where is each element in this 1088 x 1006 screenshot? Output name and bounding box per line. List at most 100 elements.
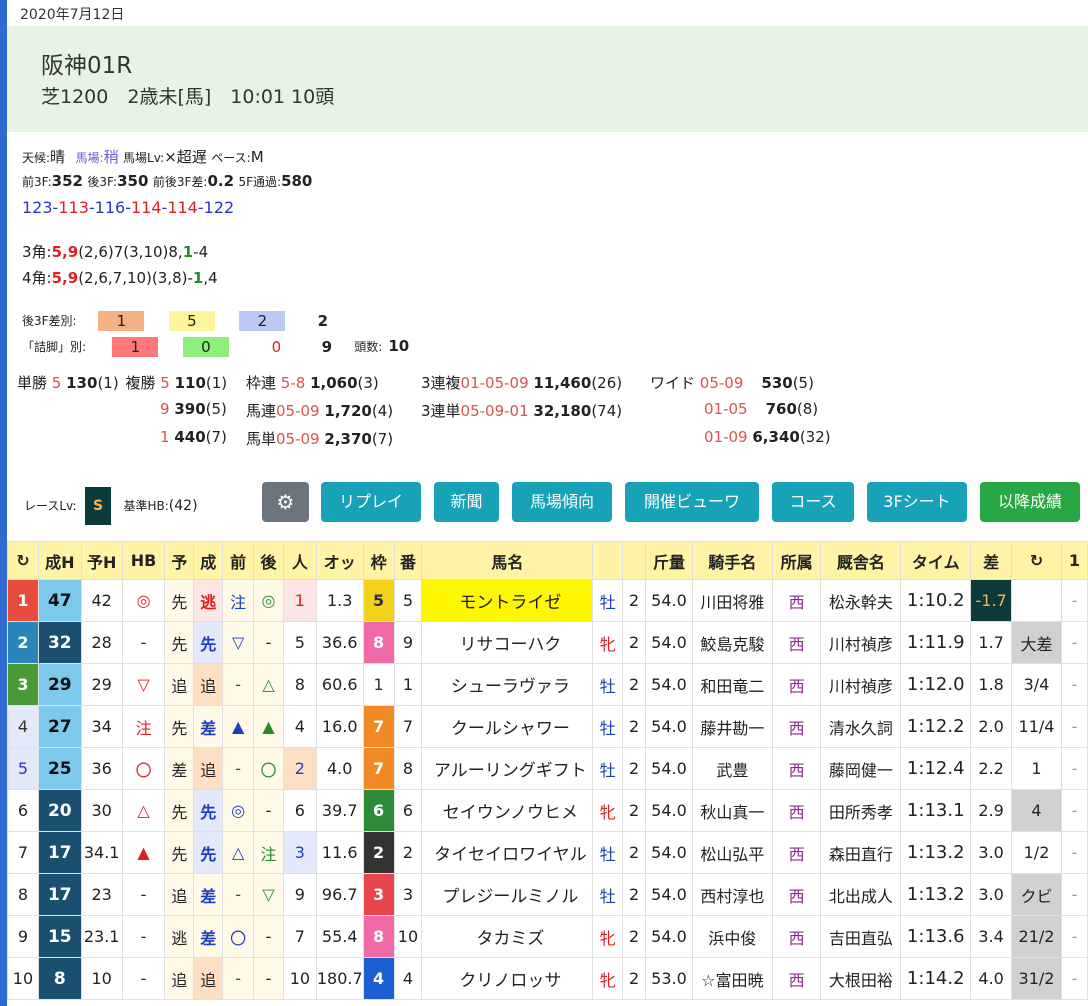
cell-yoH: 42: [80, 579, 123, 622]
column-header[interactable]: 番: [393, 541, 423, 580]
corner-4: 4角:5,9(2,6,7,10)(3,8)-1,4: [22, 267, 218, 288]
fukusho-val-1: 110: [174, 374, 206, 392]
column-header[interactable]: ↻: [1011, 541, 1062, 580]
cell-margin: 4: [1011, 789, 1062, 832]
cell-yoH: 23.1: [80, 915, 123, 958]
table-row[interactable]: 5 25 36 〇差追 - 〇 2 4.0 7 8 アルーリングギフト牡 2 54.0 武豊西藤岡健一 1:…: [7, 747, 1088, 790]
cell-ban: 6: [393, 789, 423, 832]
cell-diff: 2.9: [970, 789, 1013, 832]
cell-kin: 54.0: [645, 873, 693, 916]
column-header[interactable]: 枠: [362, 541, 395, 580]
cell-time: 1:13.2: [900, 831, 972, 874]
cell-hb: ▲: [121, 831, 166, 874]
column-header[interactable]: 後: [253, 541, 284, 580]
meet-viewer-button[interactable]: 開催ビューワ: [625, 482, 759, 522]
cell-extra: -: [1060, 621, 1088, 664]
cell-sei: 差: [193, 705, 224, 748]
column-header[interactable]: [622, 541, 647, 580]
column-header[interactable]: HB: [121, 541, 166, 580]
cell-odds: 39.7: [315, 789, 364, 832]
column-header[interactable]: 斤量: [645, 541, 693, 580]
column-header[interactable]: 騎手名: [691, 541, 773, 580]
column-header[interactable]: ↻: [7, 541, 39, 580]
cell-sei: 差: [193, 873, 224, 916]
cell-mae: 注: [222, 579, 255, 622]
fukusho-label: 複勝: [125, 374, 156, 392]
cell-odds: 11.6: [315, 831, 364, 874]
column-header[interactable]: 予: [164, 541, 195, 580]
cell-name: リサコーハク: [421, 621, 594, 664]
table-row[interactable]: 4 27 34 注先差 ▲ ▲ 4 16.0 7 7 クールシャワー牡 2 54.0 藤井勘一西清水久詞 1…: [7, 705, 1088, 748]
course-button[interactable]: コース: [772, 482, 854, 522]
cell-diff: 3.0: [970, 873, 1013, 916]
tsume-label: 「詰脚」別:: [22, 340, 87, 354]
table-row[interactable]: 8 17 23- 追差 - ▽ 9 96.7 3 3 プレジールミノル牡 2 54.0 西村淳也西北出成人…: [7, 873, 1088, 916]
column-header[interactable]: [592, 541, 624, 580]
cell-age: 2: [622, 789, 647, 832]
tsume-row: 「詰脚」別: 1 0 0 9 頭数: 10: [22, 337, 409, 357]
lap-segment: 114: [167, 198, 198, 217]
column-header[interactable]: 厩舎名: [820, 541, 902, 580]
cell-ban: 8: [393, 747, 423, 790]
cell-kin: 54.0: [645, 705, 693, 748]
table-row[interactable]: 10 8 10- 追追 - -10 180.7 4 4 クリノロッサ牝 2 53.0 ☆富田暁西大根田裕…: [7, 957, 1088, 1000]
column-header[interactable]: 所属: [771, 541, 822, 580]
wakuren-num: 5-8: [280, 374, 306, 392]
payout-santan: 3連単05-09-01 32,180(74): [421, 400, 622, 421]
table-row[interactable]: 7 17 34.1 ▲ 先先 △ 注 3 11.6 2 2 タイセイロワイヤル牡 2 54.0 松山弘平西森…: [7, 831, 1088, 874]
tsume-1: 1: [112, 337, 159, 357]
newspaper-button[interactable]: 新聞: [434, 482, 499, 522]
table-row[interactable]: 1 47 42 ◎ 先逃注 ◎ 1 1.3 5 5 モントライゼ牡 2 54.0 川田将雅西松永幹夫 1:1…: [7, 579, 1088, 622]
cell-pop: 3: [282, 831, 317, 874]
column-header[interactable]: 成: [193, 541, 224, 580]
column-header[interactable]: 1: [1060, 541, 1088, 580]
payout-fukusho-3: 1 440(7): [160, 428, 227, 446]
sheet3f-button[interactable]: 3Fシート: [867, 482, 967, 522]
cell-yoH: 23: [80, 873, 123, 916]
column-header[interactable]: 前: [222, 541, 255, 580]
column-header[interactable]: 予H: [80, 541, 123, 580]
cell-time: 1:12.2: [900, 705, 972, 748]
after-results-button[interactable]: 以降成績: [980, 482, 1080, 522]
table-row[interactable]: 6 20 30 △ 先先 ◎ -6 39.7 6 6 セイウンノウヒメ牝 2 54.0 秋山真一西田所秀孝…: [7, 789, 1088, 832]
results-table: ↻ 成H 予H HB 予成前後人オッ枠番馬名 斤量 騎手名 所属 厩舎名 タイム差 ↻ 1 1 47 42…: [7, 541, 1088, 1000]
cell-area: 西: [771, 957, 822, 1000]
tansho-label: 単勝: [17, 374, 48, 392]
cell-extra: -: [1060, 705, 1088, 748]
column-header[interactable]: 人: [282, 541, 317, 580]
tsume-2: 0: [182, 337, 229, 357]
cell-jockey: 秋山真一: [691, 789, 773, 832]
cell-area: 西: [771, 831, 822, 874]
cell-margin: 1/2: [1011, 831, 1062, 874]
cell-yo: 追: [164, 873, 195, 916]
lap-segment: 116: [94, 198, 126, 217]
umaren-label: 馬連: [246, 402, 277, 420]
settings-button[interactable]: ⚙: [262, 482, 309, 522]
cell-area: 西: [771, 705, 822, 748]
cell-mae: -: [222, 957, 255, 1000]
cell-seiH: 20: [37, 789, 82, 832]
column-header[interactable]: 成H: [37, 541, 82, 580]
cell-hb: -: [121, 873, 166, 916]
race-header: 阪神01R 芝1200 2歳未[馬] 10:01 10頭: [7, 26, 1088, 132]
column-header[interactable]: タイム: [900, 541, 972, 580]
cell-pop: 7: [282, 915, 317, 958]
cell-seiH: 8: [37, 957, 82, 1000]
column-header[interactable]: オッ: [315, 541, 364, 580]
cell-area: 西: [771, 621, 822, 664]
track-trend-button[interactable]: 馬場傾向: [512, 482, 612, 522]
cell-seiH: 15: [37, 915, 82, 958]
column-header[interactable]: 差: [970, 541, 1013, 580]
column-header[interactable]: 馬名: [421, 541, 594, 580]
table-row[interactable]: 3 29 29 ▽ 追追 - △ 8 60.6 1 1 シューラヴァラ牡 2 54.0 和田竜二西川村禎彦 1…: [7, 663, 1088, 706]
cell-stable: 藤岡健一: [820, 747, 902, 790]
payout-sanpuku: 3連複01-05-09 11,460(26): [421, 372, 622, 393]
cell-sei: 先: [193, 831, 224, 874]
cell-yo: 差: [164, 747, 195, 790]
table-row[interactable]: 2 32 28- 先先 ▽ -5 36.6 8 9 リサコーハク牝 2 54.0 鮫島克駿西川村禎彦 1:…: [7, 621, 1088, 664]
cell-extra: -: [1060, 789, 1088, 832]
replay-button[interactable]: リプレイ: [321, 482, 421, 522]
table-row[interactable]: 9 15 23.1- 逃差〇 -7 55.4 8 10 タカミズ牝 2 54.0 浜中俊西吉田直弘 1:…: [7, 915, 1088, 958]
cell-kin: 54.0: [645, 579, 693, 622]
wide-val-3: 6,340: [752, 428, 800, 446]
